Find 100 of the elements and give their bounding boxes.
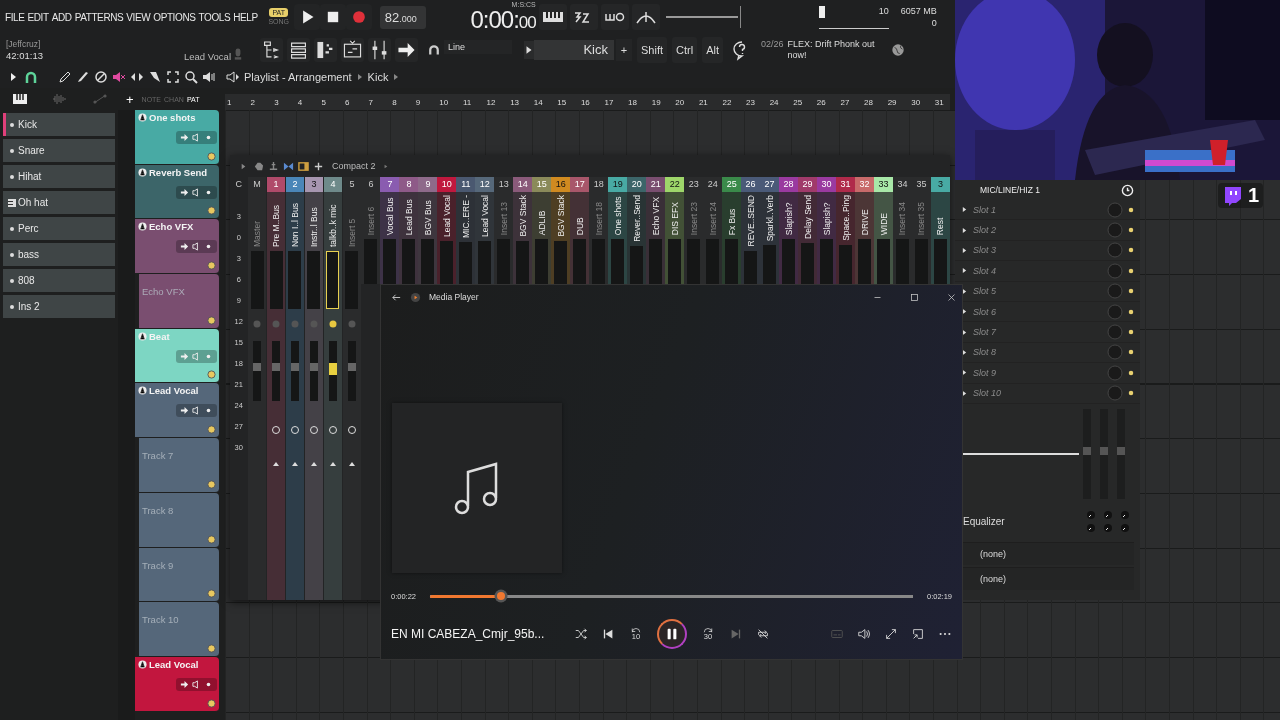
- record-arm-icon[interactable]: [180, 406, 189, 416]
- mixer-strip[interactable]: 10 Lead Vocal: [437, 177, 457, 284]
- shuffle-icon[interactable]: [574, 627, 588, 641]
- channel-button[interactable]: Ins 2: [3, 295, 115, 318]
- routing-icon[interactable]: [283, 160, 294, 172]
- previous-icon[interactable]: [601, 627, 615, 641]
- speaker-icon[interactable]: [192, 679, 201, 689]
- input-selector[interactable]: MIC/LINE/HIZ 1: [980, 185, 1121, 195]
- mixer-strip[interactable]: 1 Pre M..Bus: [266, 177, 286, 600]
- track-led-icon[interactable]: [207, 479, 216, 489]
- track-controls[interactable]: [176, 677, 217, 691]
- panel-icon[interactable]: [298, 160, 309, 172]
- maximize-icon[interactable]: [910, 292, 919, 302]
- mixer-strip[interactable]: 24 Insert 24: [703, 177, 723, 284]
- mixer-strip[interactable]: 21 Echo VFX: [646, 177, 666, 284]
- slot-led-icon[interactable]: [1128, 390, 1134, 397]
- mixer-icon[interactable]: [368, 38, 391, 62]
- clock-icon[interactable]: [1121, 183, 1134, 197]
- mixer-preset[interactable]: Compact 2: [332, 161, 376, 171]
- track-led-icon[interactable]: [207, 589, 216, 599]
- add-pattern-button[interactable]: +: [616, 39, 632, 61]
- add-button[interactable]: +: [126, 91, 134, 107]
- track-led-icon[interactable]: [207, 206, 216, 216]
- speaker-icon[interactable]: [192, 406, 201, 416]
- channel-button[interactable]: bass: [3, 243, 115, 266]
- menu-item[interactable]: VIEW: [126, 11, 151, 23]
- effect-slot[interactable]: Slot 3: [955, 240, 1140, 262]
- mixer-strip[interactable]: 33 WIDE: [874, 177, 893, 284]
- menu-item[interactable]: FILE: [5, 11, 25, 23]
- fullscreen-icon[interactable]: [884, 627, 898, 641]
- mixer-strip[interactable]: 6 Insert 6: [361, 177, 381, 284]
- mixer-strip[interactable]: 3 Instr..l Bus: [304, 177, 324, 600]
- menu-item[interactable]: HELP: [233, 11, 258, 23]
- mixer-strip[interactable]: 28 Slapish?: [779, 177, 799, 284]
- slot-led-icon[interactable]: [1128, 227, 1134, 234]
- modifier-key[interactable]: Alt: [702, 37, 723, 63]
- slot-led-icon[interactable]: [1128, 369, 1134, 376]
- tempo-field[interactable]: 82.000: [379, 5, 426, 29]
- menu-item[interactable]: ADD: [51, 11, 72, 23]
- pencil-icon[interactable]: [58, 70, 72, 84]
- close-icon[interactable]: [947, 292, 956, 302]
- track-header[interactable]: Lead Vocal: [135, 383, 219, 439]
- mixer-strip[interactable]: 3 Rest: [931, 177, 950, 284]
- track-led-icon[interactable]: [207, 534, 216, 544]
- dot-icon[interactable]: [204, 133, 213, 142]
- slip-icon[interactable]: [130, 70, 144, 84]
- piano-icon[interactable]: [12, 93, 28, 105]
- mixer-strip[interactable]: 20 Rever..Send: [627, 177, 647, 284]
- track-controls[interactable]: [176, 185, 217, 199]
- mixer-strip[interactable]: 25 Fx Bus: [722, 177, 742, 284]
- playlist-menu-icon[interactable]: [226, 70, 240, 84]
- mixer-strip[interactable]: 8 Lead Bus: [399, 177, 419, 284]
- seek-thumb[interactable]: [493, 589, 508, 603]
- effect-slot[interactable]: Slot 1: [955, 200, 1140, 221]
- track-led-icon[interactable]: [207, 151, 216, 161]
- slot-led-icon[interactable]: [1128, 206, 1134, 213]
- mixer-strip[interactable]: 2 Non I..l Bus: [285, 177, 305, 600]
- play-icon[interactable]: [293, 4, 320, 30]
- modifier-key[interactable]: Shift: [637, 37, 668, 63]
- track-controls[interactable]: [176, 240, 217, 254]
- plus-icon[interactable]: [313, 160, 324, 172]
- mixer-strip[interactable]: 29 Delay Send: [798, 177, 817, 284]
- mixer-strip[interactable]: 13 Insert 13: [494, 177, 514, 284]
- mixer-strip[interactable]: 11 MIC..ERE -: [456, 177, 476, 284]
- menu-item[interactable]: TOOLS: [198, 11, 231, 23]
- track-controls[interactable]: [176, 131, 217, 144]
- slot-led-icon[interactable]: [1128, 349, 1134, 356]
- mixer-strip[interactable]: 5 Insert 5: [342, 177, 362, 600]
- pattern-name[interactable]: Kick: [367, 71, 389, 83]
- channel-button[interactable]: Oh hat: [3, 191, 115, 214]
- countdown-icon[interactable]: [569, 4, 598, 30]
- record-arm-icon[interactable]: [180, 242, 189, 252]
- magnet-icon[interactable]: [24, 70, 38, 84]
- mixer-strip[interactable]: 26 REVE..SEND: [741, 177, 761, 284]
- mixer-strip[interactable]: 27 Sparkl..Verb: [760, 177, 780, 284]
- mute-icon[interactable]: [112, 70, 126, 84]
- record-arm-icon[interactable]: [180, 187, 189, 197]
- delete-icon[interactable]: [94, 70, 108, 84]
- loop-record-icon[interactable]: [600, 4, 629, 30]
- slot-led-icon[interactable]: [1128, 288, 1134, 295]
- mixer-strip[interactable]: 17 DUB: [570, 177, 590, 284]
- zoom-icon[interactable]: [184, 70, 198, 84]
- mixer-strip[interactable]: 35 Insert 35: [912, 177, 931, 284]
- repeat-icon[interactable]: [756, 627, 770, 641]
- piano-icon[interactable]: [538, 4, 567, 30]
- menu-item[interactable]: EDIT: [27, 11, 49, 23]
- play-pause-button[interactable]: [657, 619, 687, 649]
- mixer-strip[interactable]: 16 BGV Stack: [551, 177, 571, 284]
- volume-fader[interactable]: [328, 341, 337, 401]
- effect-slot[interactable]: Slot 2: [955, 220, 1140, 241]
- track-led-icon[interactable]: [207, 261, 216, 271]
- pan-knob[interactable]: [327, 319, 338, 329]
- menu-item[interactable]: OPTIONS: [153, 11, 196, 23]
- channel-button[interactable]: Perc: [3, 217, 115, 240]
- channel-button[interactable]: 808: [3, 269, 115, 292]
- effect-slot[interactable]: Slot 4: [955, 261, 1140, 282]
- pattern-selector[interactable]: Kick: [534, 40, 614, 60]
- mixer-strip[interactable]: 18 Insert 18: [589, 177, 609, 284]
- slot-led-icon[interactable]: [1128, 329, 1134, 336]
- track-header[interactable]: Reverb Send: [135, 164, 219, 220]
